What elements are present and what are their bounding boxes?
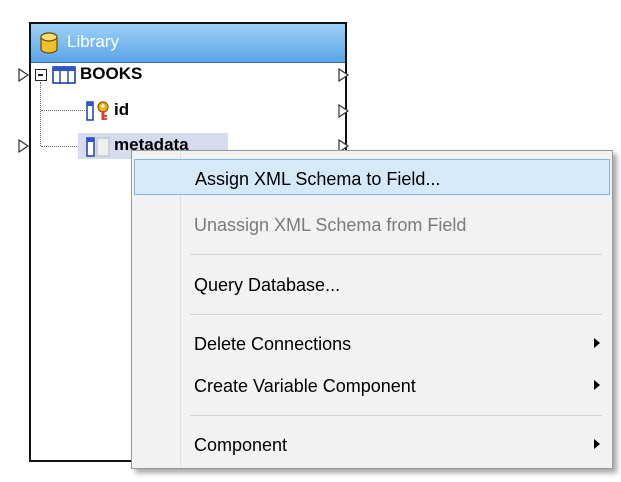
menu-icon-gutter bbox=[132, 151, 180, 468]
component-title: Library bbox=[67, 32, 119, 51]
menu-item-assign-xml-schema[interactable]: Assign XML Schema to Field... bbox=[134, 159, 610, 195]
submenu-arrow-icon bbox=[594, 439, 600, 449]
menu-item-label: Assign XML Schema to Field... bbox=[195, 169, 441, 189]
key-field-icon bbox=[86, 101, 109, 121]
menu-item-create-variable-component[interactable]: Create Variable Component bbox=[134, 367, 610, 403]
submenu-arrow-icon bbox=[594, 338, 600, 348]
menu-separator bbox=[190, 415, 602, 416]
component-header[interactable]: Library bbox=[31, 24, 345, 63]
table-icon bbox=[52, 66, 76, 84]
books-label: BOOKS bbox=[80, 64, 143, 83]
input-connector-books[interactable] bbox=[18, 68, 30, 82]
submenu-arrow-icon bbox=[594, 380, 600, 390]
menu-item-label: Query Database... bbox=[194, 275, 341, 295]
menu-item-label: Create Variable Component bbox=[194, 376, 416, 396]
database-icon bbox=[40, 32, 58, 54]
tree-guide-line bbox=[40, 82, 41, 146]
menu-separator bbox=[190, 254, 602, 255]
menu-item-label: Unassign XML Schema from Field bbox=[194, 215, 467, 235]
menu-item-component[interactable]: Component bbox=[134, 426, 610, 462]
output-connector-books[interactable] bbox=[338, 68, 350, 82]
menu-item-unassign-xml-schema[interactable]: Unassign XML Schema from Field bbox=[134, 206, 610, 242]
menu-item-delete-connections[interactable]: Delete Connections bbox=[134, 325, 610, 361]
menu-separator bbox=[190, 314, 602, 315]
menu-item-label: Delete Connections bbox=[194, 334, 352, 354]
output-connector-id[interactable] bbox=[338, 104, 350, 118]
tree-guide-line bbox=[41, 110, 85, 111]
field-icon bbox=[86, 137, 110, 157]
menu-item-label: Component bbox=[194, 435, 288, 455]
input-connector-metadata[interactable] bbox=[18, 139, 30, 153]
context-menu: Assign XML Schema to Field... Unassign X… bbox=[131, 150, 613, 469]
menu-gutter-divider bbox=[180, 151, 181, 468]
collapse-toggle[interactable] bbox=[35, 69, 47, 81]
field-label-id: id bbox=[114, 100, 130, 119]
menu-item-query-database[interactable]: Query Database... bbox=[134, 266, 610, 302]
